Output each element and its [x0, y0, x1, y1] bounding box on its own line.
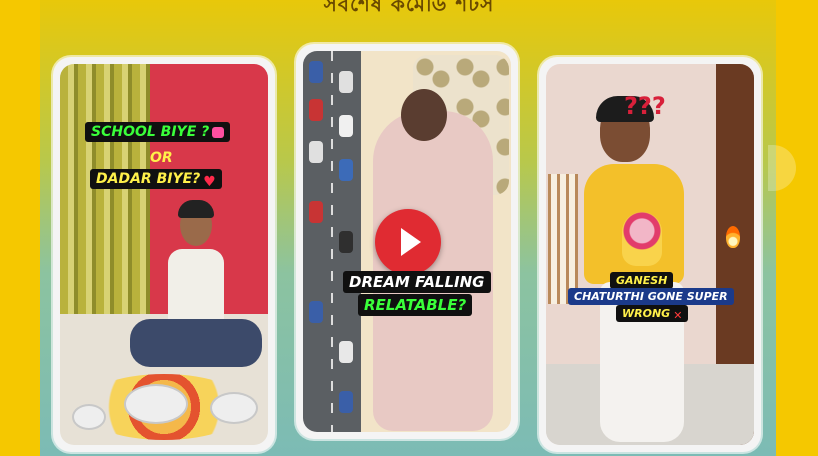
- short-card-3[interactable]: ??? GANESH CHATURTHI GONE SUPER WRONG ✕: [535, 57, 765, 456]
- heart-icon: ♥: [203, 173, 216, 190]
- section-heading: সর্বশেষ কমেডি শর্টস: [323, 0, 495, 16]
- short-card-1[interactable]: SCHOOL BIYE ? OR DADAR BIYE? ♥: [49, 57, 279, 456]
- short-thumbnail-2[interactable]: DREAM FALLING RELATABLE?: [303, 51, 511, 432]
- car: [339, 159, 353, 181]
- play-icon[interactable]: [375, 209, 441, 275]
- car: [339, 115, 353, 137]
- question-marks-icon: ???: [624, 92, 666, 120]
- food-plate: [124, 384, 188, 424]
- car: [339, 341, 353, 363]
- road-lane: [331, 51, 333, 432]
- car: [309, 201, 323, 223]
- short-thumbnail-1[interactable]: SCHOOL BIYE ? OR DADAR BIYE? ♥: [60, 64, 268, 445]
- caption-line-1: GANESH: [610, 272, 674, 289]
- curtain: [60, 64, 150, 314]
- car: [339, 231, 353, 253]
- car: [309, 61, 323, 83]
- person-hair: [178, 200, 214, 218]
- ganesh-idol: [622, 212, 662, 266]
- caption-line-3: WRONG ✕: [616, 305, 689, 322]
- car: [339, 71, 353, 93]
- food-plate: [210, 392, 258, 424]
- person-legs: [130, 319, 262, 367]
- next-arrow-icon[interactable]: [768, 145, 796, 191]
- car: [309, 99, 323, 121]
- caption-line-3: DADAR BIYE? ♥: [90, 169, 222, 190]
- caption-line-2: CHATURTHI GONE SUPER: [568, 288, 734, 305]
- caption-line-1: DREAM FALLING: [343, 271, 491, 293]
- car: [339, 391, 353, 413]
- person-head: [401, 89, 447, 141]
- food-plate: [72, 404, 106, 430]
- short-thumbnail-3[interactable]: ??? GANESH CHATURTHI GONE SUPER WRONG ✕: [546, 64, 754, 445]
- short-card-2[interactable]: DREAM FALLING RELATABLE?: [292, 44, 522, 443]
- window: [548, 174, 578, 304]
- car: [309, 301, 323, 323]
- car: [309, 141, 323, 163]
- caption-line-2: OR: [150, 150, 173, 166]
- lamp-flame: [726, 226, 740, 248]
- cat-emoji-icon: [212, 126, 225, 138]
- caption-line-2: RELATABLE?: [358, 294, 473, 316]
- cross-icon: ✕: [673, 308, 683, 322]
- caption-line-1: SCHOOL BIYE ?: [85, 122, 231, 142]
